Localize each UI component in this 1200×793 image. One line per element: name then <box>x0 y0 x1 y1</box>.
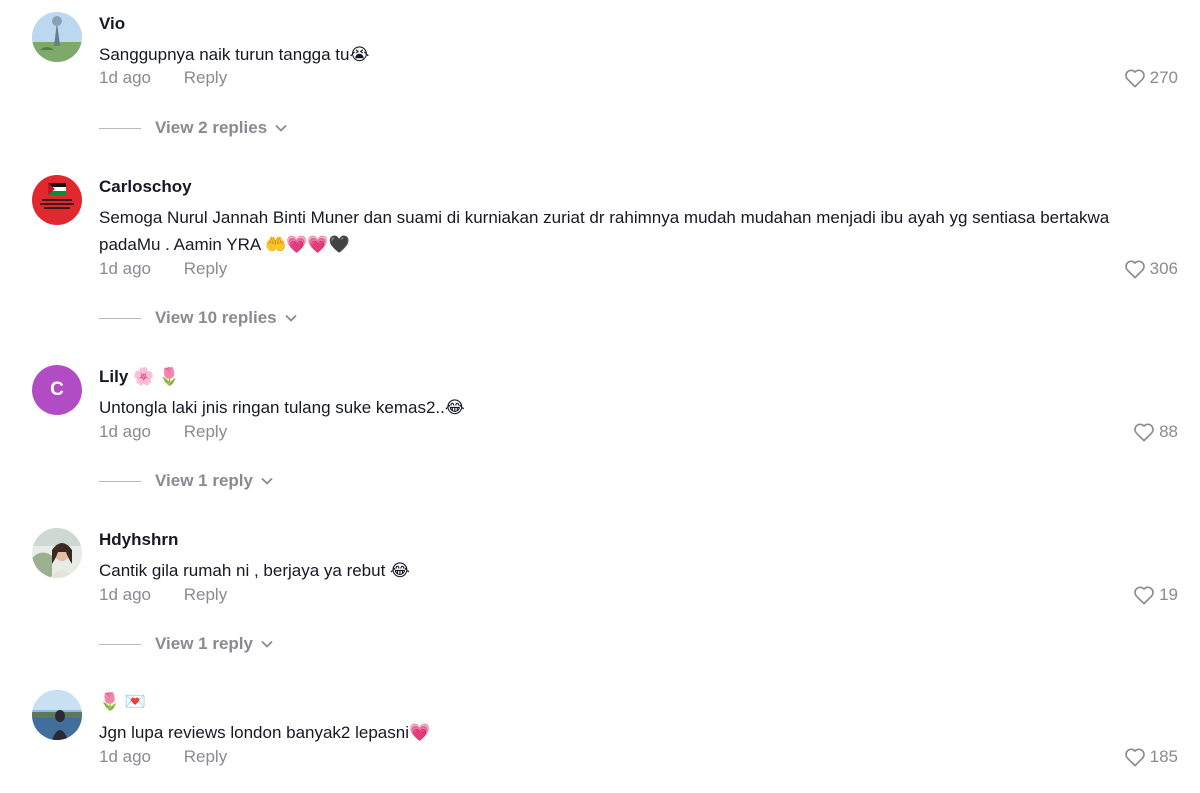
avatar[interactable]: C <box>32 365 82 415</box>
like-button[interactable]: 19 <box>1133 585 1178 605</box>
chevron-down-icon <box>275 124 287 132</box>
like-count: 88 <box>1159 422 1178 441</box>
heart-outline-icon <box>1134 586 1154 605</box>
heart-outline-icon <box>1134 423 1154 442</box>
chevron-down-icon <box>261 477 273 485</box>
like-button[interactable]: 185 <box>1124 747 1178 767</box>
view-replies-label: View 1 reply <box>155 471 253 490</box>
view-replies-button[interactable]: View 10 replies <box>99 308 297 328</box>
comment-time: 1d ago <box>99 422 151 441</box>
view-replies-label: View 2 replies <box>155 118 268 137</box>
like-button[interactable]: 306 <box>1124 259 1178 279</box>
comment-username[interactable]: Lily 🌸 🌷 <box>99 367 180 387</box>
comment-time: 1d ago <box>99 585 151 604</box>
reply-button[interactable]: Reply <box>184 68 227 88</box>
avatar[interactable] <box>32 690 82 740</box>
reply-button[interactable]: Reply <box>184 585 227 605</box>
like-button[interactable]: 88 <box>1133 422 1178 442</box>
divider-line <box>99 127 141 129</box>
comment-list: Vio Sanggupnya naik turun tangga tu😭 1d … <box>0 0 1200 793</box>
heart-outline-icon <box>1124 260 1145 279</box>
comment-meta: 1d ago Reply <box>99 747 227 767</box>
comment-username[interactable]: Hdyhshrn <box>99 530 178 550</box>
heart-outline-icon <box>1124 69 1145 88</box>
divider-line <box>99 317 141 319</box>
comment-username[interactable]: Vio <box>99 14 125 34</box>
reply-button[interactable]: Reply <box>184 259 227 279</box>
view-replies-label: View 10 replies <box>155 308 277 327</box>
like-count: 270 <box>1149 68 1178 87</box>
view-replies-label: View 1 reply <box>155 634 253 653</box>
avatar[interactable] <box>32 175 82 225</box>
like-count: 306 <box>1149 259 1178 278</box>
divider-line <box>99 643 141 645</box>
reply-button[interactable]: Reply <box>184 747 227 767</box>
avatar[interactable] <box>32 12 82 62</box>
comment-text: Untongla laki jnis ringan tulang suke ke… <box>99 398 465 417</box>
username-emoji: 🌸 🌷 <box>133 367 181 386</box>
like-button[interactable]: 270 <box>1124 68 1178 88</box>
view-replies-button[interactable]: View 2 replies <box>99 118 287 138</box>
comment-time: 1d ago <box>99 259 151 278</box>
comment-text: Jgn lupa reviews london banyak2 lepasni💗 <box>99 723 431 742</box>
view-replies-button[interactable]: View 1 reply <box>99 634 273 654</box>
comment-username[interactable]: 🌷 💌 <box>99 692 146 712</box>
view-replies-button[interactable]: View 1 reply <box>99 471 273 491</box>
comment-text: Sanggupnya naik turun tangga tu😭 <box>99 45 370 64</box>
username-emoji: 🌷 💌 <box>99 692 147 711</box>
comment-meta: 1d ago Reply <box>99 422 227 442</box>
like-count: 185 <box>1149 747 1178 766</box>
comment-time: 1d ago <box>99 747 151 766</box>
avatar[interactable] <box>32 528 82 578</box>
comment-meta: 1d ago Reply <box>99 259 227 279</box>
avatar-letter: C <box>50 379 64 400</box>
chevron-down-icon <box>261 640 273 648</box>
divider-line <box>99 480 141 482</box>
comment-username[interactable]: Carloschoy <box>99 177 192 197</box>
comment-text: Semoga Nurul Jannah Binti Muner dan suam… <box>99 208 1110 254</box>
comment-text: Cantik gila rumah ni , berjaya ya rebut … <box>99 561 410 580</box>
comment-meta: 1d ago Reply <box>99 68 227 88</box>
reply-button[interactable]: Reply <box>184 422 227 442</box>
comment-time: 1d ago <box>99 68 151 87</box>
like-count: 19 <box>1159 585 1178 604</box>
chevron-down-icon <box>284 314 297 322</box>
comment-meta: 1d ago Reply <box>99 585 227 605</box>
heart-outline-icon <box>1124 748 1145 767</box>
